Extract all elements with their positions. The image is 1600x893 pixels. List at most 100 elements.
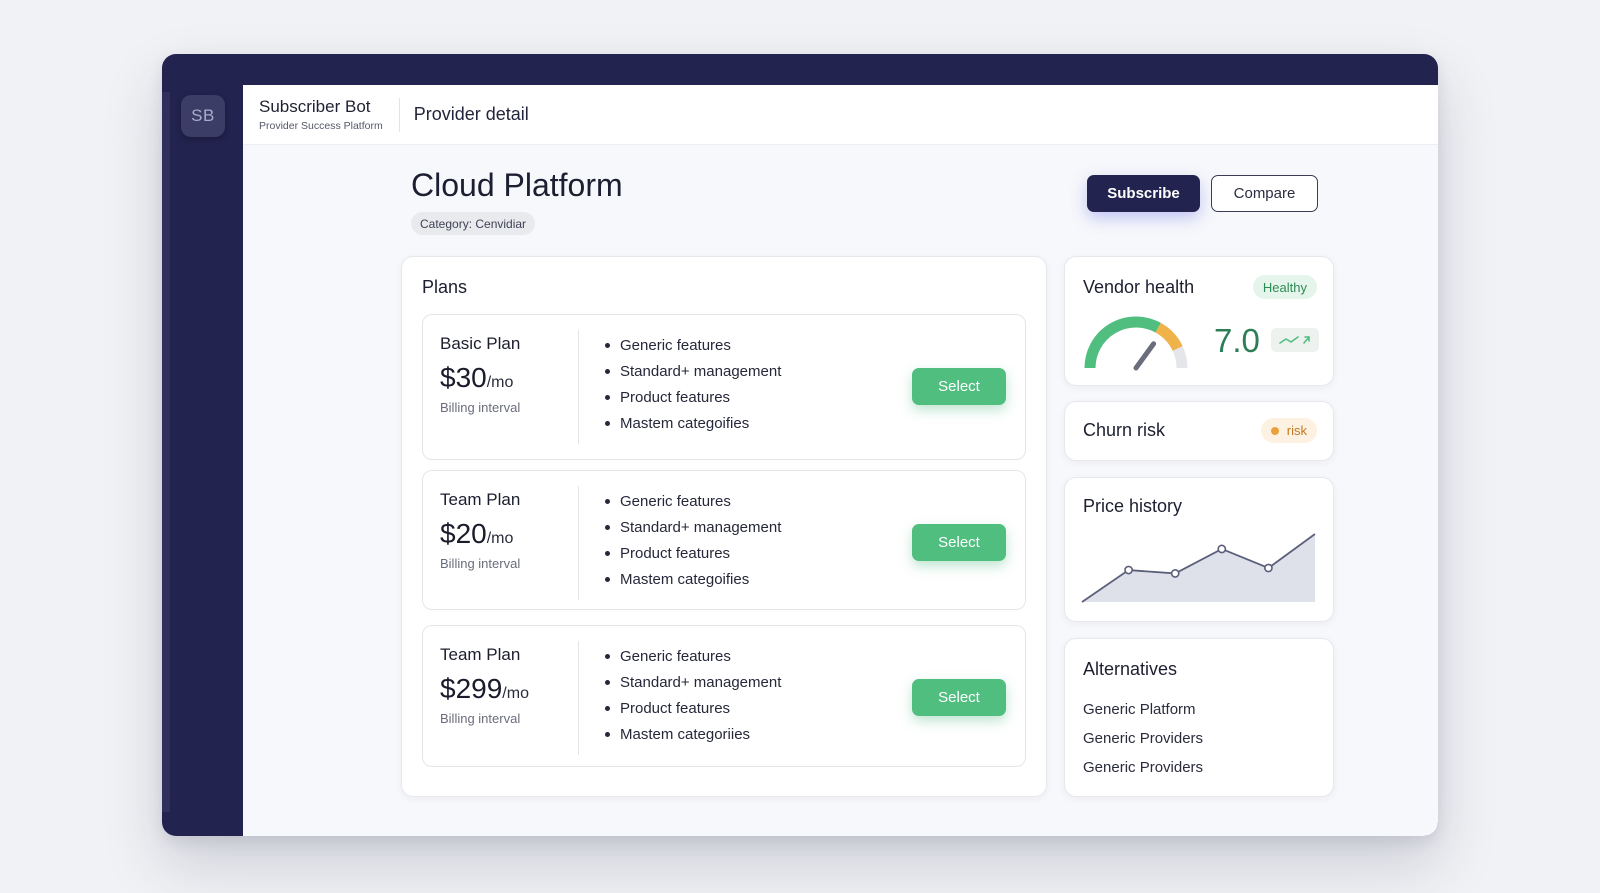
feature-text: Mastem categoifies [620, 570, 750, 588]
risk-dot-icon [1270, 426, 1279, 435]
plan-card: Team Plan $299/mo Billing interval Gener… [422, 625, 1026, 767]
feature-item: Standard+ management [605, 358, 781, 384]
feature-item: Product features [605, 540, 781, 566]
feature-text: Standard+ management [620, 518, 782, 536]
alternative-item[interactable]: Generic Providers [1083, 724, 1203, 753]
plan-price: $20/mo [440, 518, 513, 550]
feature-item: Product features [605, 384, 781, 410]
divider [578, 330, 579, 444]
feature-text: Product features [620, 388, 731, 406]
feature-text: Mastem categoifies [620, 414, 750, 432]
bullet-icon [605, 679, 610, 685]
feature-item: Mastem categoriies [605, 721, 781, 747]
feature-item: Generic features [605, 332, 781, 358]
price-history-card: Price history [1064, 477, 1334, 622]
page-title: Cloud Platform [411, 167, 623, 203]
plan-price-value: $20 [440, 518, 487, 549]
sidebar-edge [162, 92, 170, 812]
price-point [1263, 563, 1273, 573]
feature-text: Product features [620, 544, 731, 562]
feature-item: Standard+ management [605, 514, 781, 540]
alternatives-list: Generic Platform Generic Providers Gener… [1083, 695, 1203, 782]
churn-risk-card: Churn risk risk [1064, 401, 1334, 461]
feature-item: Generic features [605, 643, 781, 669]
plans-title: Plans [422, 277, 468, 297]
select-plan-button[interactable]: Select [912, 368, 1006, 405]
plan-name: Basic Plan [440, 334, 521, 353]
alternatives-card: Alternatives Generic Platform Generic Pr… [1064, 638, 1334, 797]
bullet-icon [605, 550, 610, 556]
plan-features: Generic features Standard+ management Pr… [605, 488, 781, 592]
plan-billing-interval: Billing interval [440, 400, 521, 415]
feature-item: Generic features [605, 488, 781, 514]
feature-text: Standard+ management [620, 362, 782, 380]
app-window: SB Subscriber Bot Provider Success Platf… [162, 54, 1438, 836]
plan-features: Generic features Standard+ management Pr… [605, 643, 781, 747]
bullet-icon [605, 705, 610, 711]
plan-price-period: /mo [486, 530, 514, 547]
select-plan-button[interactable]: Select [912, 679, 1006, 716]
plan-price-value: $299 [440, 673, 503, 704]
feature-text: Standard+ management [620, 673, 782, 691]
health-status-badge: Healthy [1252, 275, 1317, 299]
plan-price-value: $30 [440, 362, 487, 393]
plan-price: $299/mo [440, 673, 529, 705]
bullet-icon [605, 342, 610, 348]
price-area [1082, 534, 1315, 602]
feature-text: Generic features [620, 492, 731, 510]
bullet-icon [605, 368, 610, 374]
feature-item: Product features [605, 695, 781, 721]
gauge-warn-segment [1155, 322, 1183, 351]
alternative-item[interactable]: Generic Platform [1083, 695, 1203, 724]
brand-title: Subscriber Bot [259, 97, 371, 116]
alternatives-title: Alternatives [1083, 659, 1178, 679]
main-content: Subscriber Bot Provider Success Platform… [243, 85, 1438, 836]
alternative-item[interactable]: Generic Providers [1083, 753, 1203, 782]
feature-text: Mastem categoriies [620, 725, 751, 743]
plan-billing-interval: Billing interval [440, 711, 521, 726]
risk-status-label: risk [1286, 423, 1307, 438]
plan-name: Team Plan [440, 645, 521, 664]
compare-button[interactable]: Compare [1211, 175, 1318, 212]
plan-name: Team Plan [440, 490, 521, 509]
subscribe-button[interactable]: Subscribe [1087, 175, 1200, 212]
gauge-needle [1133, 341, 1157, 371]
plan-price: $30/mo [440, 362, 513, 394]
bullet-icon [605, 498, 610, 504]
plan-card: Team Plan $20/mo Billing interval Generi… [422, 470, 1026, 610]
price-history-chart [1081, 533, 1316, 603]
bullet-icon [605, 731, 610, 737]
health-score: 7.0 [1214, 322, 1260, 359]
brand: Subscriber Bot Provider Success Platform [259, 97, 400, 132]
divider [578, 486, 579, 600]
plans-card: Plans Basic Plan $30/mo Billing interval… [401, 256, 1047, 797]
plan-card: Basic Plan $30/mo Billing interval Gener… [422, 314, 1026, 460]
vendor-health-title: Vendor health [1083, 277, 1195, 297]
price-point [1170, 569, 1180, 578]
price-history-title: Price history [1083, 496, 1183, 516]
plan-price-period: /mo [486, 374, 514, 391]
feature-text: Generic features [620, 647, 731, 665]
vendor-health-card: Vendor health Healthy 7.0 [1064, 256, 1334, 386]
trend-up-icon [1271, 328, 1319, 352]
bullet-icon [605, 420, 610, 426]
select-plan-button[interactable]: Select [912, 524, 1006, 561]
gauge-fill [1084, 316, 1161, 369]
health-gauge [1084, 316, 1188, 371]
plan-features: Generic features Standard+ management Pr… [605, 332, 781, 436]
risk-status-badge: risk [1260, 418, 1317, 443]
category-chip: Category: Cenvidiar [411, 212, 536, 235]
bullet-icon [605, 653, 610, 659]
feature-text: Generic features [620, 336, 731, 354]
price-point [1124, 565, 1133, 575]
plan-price-period: /mo [502, 685, 529, 702]
bullet-icon [605, 576, 610, 582]
feature-item: Mastem categoifies [605, 566, 781, 592]
feature-text: Product features [620, 699, 731, 717]
brand-subtitle: Provider Success Platform [259, 120, 383, 132]
app-logo[interactable]: SB [181, 95, 225, 137]
churn-risk-title: Churn risk [1083, 420, 1166, 440]
price-point [1217, 544, 1227, 554]
feature-item: Mastem categoifies [605, 410, 781, 436]
top-bar: Subscriber Bot Provider Success Platform… [243, 85, 1438, 145]
